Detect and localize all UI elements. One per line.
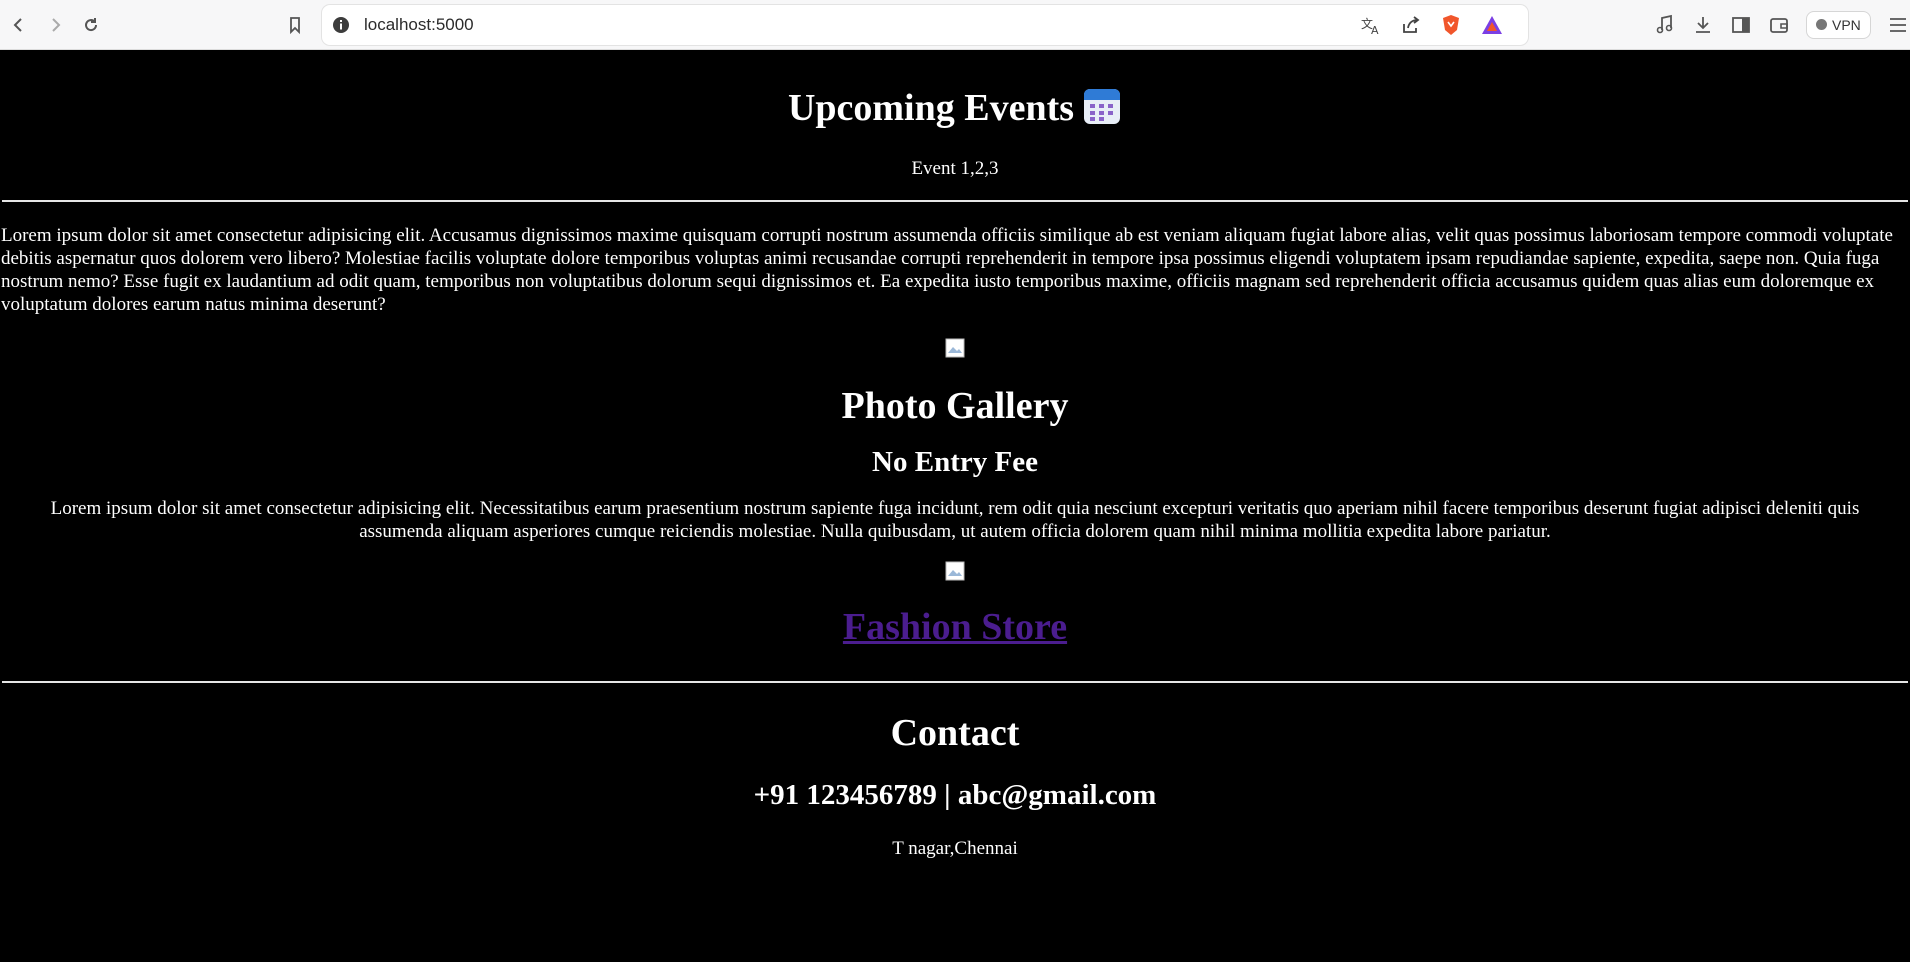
browser-toolbar: localhost:5000 文A VPN (0, 0, 1910, 50)
bookmark-button[interactable] (278, 8, 312, 42)
brave-rewards-icon[interactable] (1480, 14, 1504, 36)
back-arrow-icon (13, 17, 22, 32)
reload-icon (85, 17, 98, 31)
page-title-text: Upcoming Events (787, 87, 1075, 129)
broken-image-icon (945, 338, 965, 358)
page-content: Upcoming Events Event 1,2,3 Lorem ipsum … (0, 86, 1910, 860)
gallery-paragraph: Lorem ipsum dolor sit amet consectetur a… (50, 498, 1860, 542)
contact-details: +91 123456789 | abc@gmail.com (753, 779, 1157, 811)
divider-bottom (2, 681, 1908, 683)
vpn-label: VPN (1832, 16, 1861, 33)
fashion-store-link[interactable]: Fashion Store (843, 606, 1067, 648)
reload-button[interactable] (74, 8, 108, 42)
divider-top (2, 200, 1908, 202)
site-info-icon[interactable] (332, 16, 350, 34)
forward-button[interactable] (38, 8, 72, 42)
contact-title: Contact (890, 712, 1020, 754)
events-subtitle: Event 1,2,3 (911, 158, 999, 179)
back-button[interactable] (2, 8, 36, 42)
vpn-status-icon (1816, 19, 1827, 30)
broken-image-icon (945, 561, 965, 581)
forward-arrow-icon (52, 17, 61, 32)
brave-shield-icon[interactable] (1440, 13, 1462, 37)
bookmark-icon (290, 16, 300, 34)
entry-fee-heading: No Entry Fee (872, 446, 1038, 478)
music-icon[interactable] (1654, 14, 1676, 36)
share-icon[interactable] (1400, 14, 1422, 36)
svg-text:A: A (1371, 24, 1379, 36)
wallet-icon[interactable] (1768, 14, 1790, 36)
address-bar[interactable]: localhost:5000 文A (322, 4, 1528, 45)
broken-image-1 (0, 338, 1910, 358)
vpn-button[interactable]: VPN (1806, 10, 1871, 39)
page-title: Upcoming Events (0, 86, 1910, 136)
intro-paragraph: Lorem ipsum dolor sit amet consectetur a… (1, 225, 1893, 315)
calendar-icon (1082, 86, 1122, 136)
translate-icon[interactable]: 文A (1360, 14, 1382, 36)
download-icon[interactable] (1692, 14, 1714, 36)
contact-address: T nagar,Chennai (892, 838, 1018, 859)
sidebar-icon[interactable] (1730, 14, 1752, 36)
menu-icon[interactable] (1887, 14, 1909, 36)
url-text[interactable]: localhost:5000 (364, 15, 1360, 35)
broken-image-2 (0, 561, 1910, 581)
gallery-title: Photo Gallery (841, 385, 1069, 427)
